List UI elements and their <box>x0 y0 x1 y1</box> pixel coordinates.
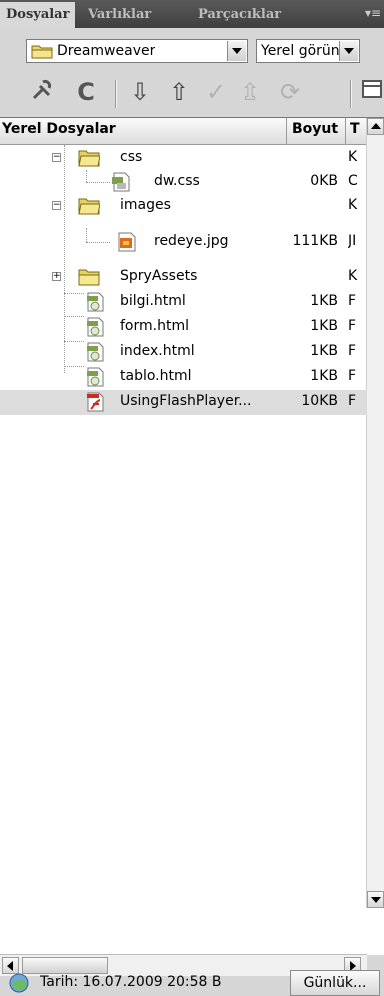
panel-menu-icon[interactable]: ▾≡ <box>364 4 382 22</box>
file-name: index.html <box>120 343 195 359</box>
refresh-icon[interactable]: C <box>70 76 102 108</box>
file-name: SpryAssets <box>120 268 198 284</box>
tree-row-dw-css[interactable]: dw.css 0KB C <box>0 170 367 195</box>
col-name-header[interactable]: Yerel Dosyalar <box>2 121 116 137</box>
scroll-up-icon[interactable] <box>367 118 384 135</box>
check-in-icon[interactable]: ⇫ <box>234 76 266 108</box>
file-name: redeye.jpg <box>154 233 229 249</box>
file-size: 1KB <box>310 318 338 334</box>
file-toolbar: C ⇩ ⇧ ✓ ⇫ ⟳ <box>0 70 384 116</box>
file-type: JI <box>348 233 357 249</box>
column-header: Yerel Dosyalar Boyut T <box>0 118 384 145</box>
chevron-down-icon[interactable] <box>339 41 358 61</box>
col-size-header[interactable]: Boyut <box>292 121 338 137</box>
file-size: 1KB <box>310 343 338 359</box>
connect-icon[interactable] <box>28 76 60 108</box>
folder-icon <box>78 269 100 286</box>
tree-row-form-html[interactable]: form.html 1KB F <box>0 315 367 340</box>
expand-tree-icon[interactable]: + <box>52 272 61 281</box>
site-select-value: Dreamweaver <box>57 43 156 59</box>
jpg-file-icon <box>118 232 136 252</box>
status-text: Tarih: 16.07.2009 20:58 B <box>40 974 222 990</box>
file-size: 1KB <box>310 293 338 309</box>
folder-icon <box>78 198 100 215</box>
file-type: F <box>348 293 357 309</box>
file-size: 10KB <box>301 393 338 409</box>
file-type: F <box>348 318 357 334</box>
file-name: images <box>120 197 171 213</box>
network-globe-icon[interactable] <box>8 972 30 994</box>
file-name: form.html <box>120 318 189 334</box>
chevron-down-icon[interactable] <box>227 41 246 61</box>
tree-row-css[interactable]: − css K <box>0 146 367 171</box>
html-file-icon <box>87 367 104 387</box>
folder-icon <box>31 45 53 59</box>
synchronize-icon[interactable]: ⟳ <box>274 76 306 108</box>
file-type: F <box>348 393 357 409</box>
scroll-thumb[interactable] <box>22 957 108 974</box>
html-file-icon <box>87 292 104 312</box>
file-type: K <box>348 149 358 165</box>
file-name: tablo.html <box>120 368 192 384</box>
tab-dosyalar[interactable]: Dosyalar <box>0 2 76 28</box>
folder-icon <box>78 150 100 167</box>
tree-row-index-html[interactable]: index.html 1KB F <box>0 340 367 365</box>
tab-varliklar[interactable]: Varlıklar <box>82 2 157 28</box>
file-size: 111KB <box>292 233 338 249</box>
file-name: dw.css <box>154 173 200 189</box>
site-selector-row: Dreamweaver Yerel görünüm <box>0 28 384 70</box>
status-bar: Tarih: 16.07.2009 20:58 B Günlük... <box>0 970 384 996</box>
expand-icon[interactable] <box>356 76 384 108</box>
tree-row-tablo-html[interactable]: tablo.html 1KB F <box>0 365 367 390</box>
tree-row-spryassets[interactable]: + SpryAssets K <box>0 265 367 290</box>
log-button[interactable]: Günlük... <box>290 970 380 996</box>
css-file-icon <box>112 172 130 192</box>
local-files-panel: Yerel Dosyalar Boyut T − css K dw.css 0K… <box>0 117 384 955</box>
tree-row-redeye-jpg[interactable]: redeye.jpg 111KB JI <box>0 230 367 255</box>
tab-parcaciklar[interactable]: Parçacıklar <box>192 2 287 28</box>
file-type: F <box>348 368 357 384</box>
view-select-value: Yerel görünüm <box>261 43 341 59</box>
file-size: 0KB <box>310 173 338 189</box>
file-type: F <box>348 343 357 359</box>
site-select[interactable]: Dreamweaver <box>26 39 248 63</box>
check-out-icon[interactable]: ✓ <box>200 76 232 108</box>
file-name: css <box>120 149 143 165</box>
scroll-down-icon[interactable] <box>367 891 384 908</box>
panel-tab-bar: Dosyalar Varlıklar Parçacıklar ▾≡ <box>0 0 384 28</box>
tree-row-bilgi-html[interactable]: bilgi.html 1KB F <box>0 290 367 315</box>
tree-row-images[interactable]: − images K <box>0 194 367 219</box>
file-size: 1KB <box>310 368 338 384</box>
put-icon[interactable]: ⇧ <box>163 76 195 108</box>
file-type: K <box>348 268 358 284</box>
file-name: UsingFlashPlayer... <box>120 393 252 409</box>
file-name: bilgi.html <box>120 293 186 309</box>
file-type: K <box>348 197 358 213</box>
collapse-icon[interactable]: − <box>52 201 61 210</box>
view-select[interactable]: Yerel görünüm <box>256 39 360 63</box>
html-file-icon <box>87 342 104 362</box>
collapse-icon[interactable]: − <box>52 153 61 162</box>
html-file-icon <box>87 317 104 337</box>
tree-row-usingflashplayer[interactable]: UsingFlashPlayer... 10KB F <box>0 390 367 415</box>
vertical-scrollbar[interactable] <box>366 118 384 908</box>
col-type-header[interactable]: T <box>350 121 360 137</box>
pdf-file-icon <box>87 392 104 412</box>
file-type: C <box>348 173 358 189</box>
get-icon[interactable]: ⇩ <box>124 76 156 108</box>
